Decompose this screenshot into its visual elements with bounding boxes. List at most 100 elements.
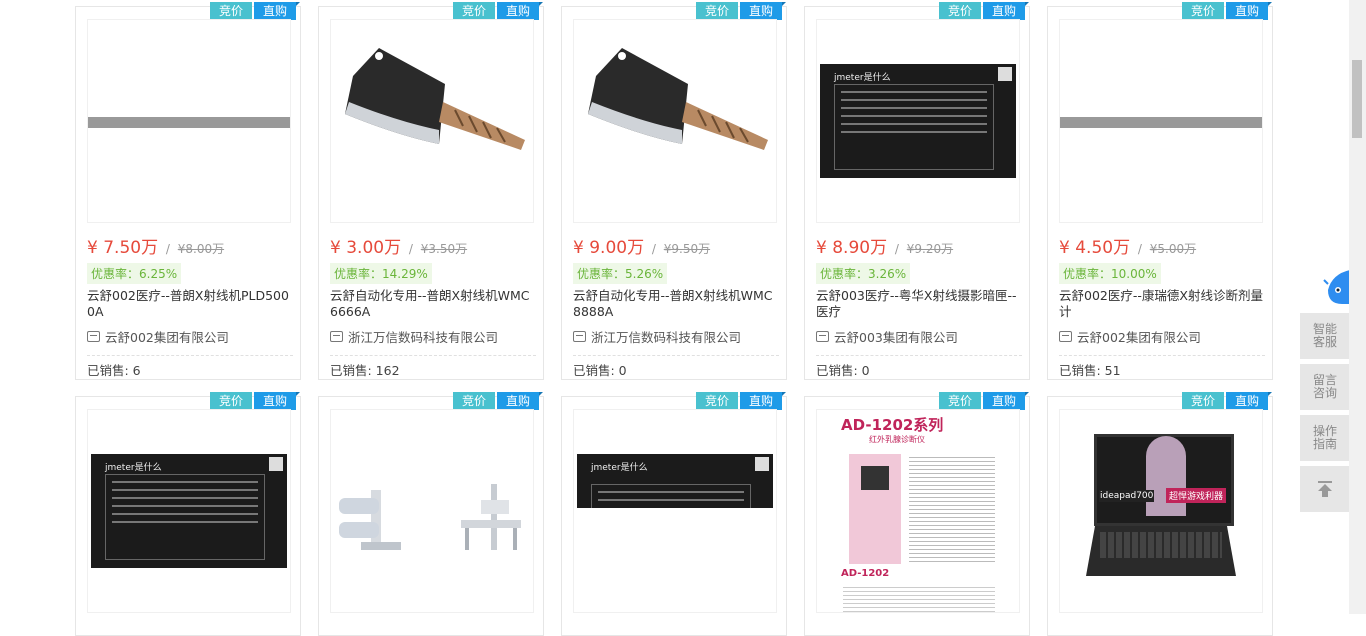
product-card[interactable]: 竞价 直购 ideapad700 超悍游戏利器 <box>1047 392 1273 636</box>
leave-message-label: 留言咨询 <box>1312 373 1337 400</box>
badge-group: 竞价 直购 <box>696 2 786 20</box>
product-title[interactable]: 云舒自动化专用--普朗X射线机WMC8888A <box>573 288 779 320</box>
buy-badge[interactable]: 直购 <box>497 392 543 410</box>
price: ¥ 8.90万 <box>816 238 888 258</box>
product-image[interactable] <box>87 19 291 223</box>
product-card[interactable]: 竞价 直购 AD-1202系列 红外乳腺诊断仪 AD-1202 <box>804 392 1030 636</box>
product-image[interactable] <box>573 19 777 223</box>
slide-title: jmeter是什么 <box>834 73 891 83</box>
bid-badge[interactable]: 竞价 <box>1182 392 1224 410</box>
badge-group: 竞价 直购 <box>210 392 300 410</box>
product-image[interactable]: ideapad700 超悍游戏利器 <box>1059 409 1263 613</box>
bid-badge[interactable]: 竞价 <box>210 2 252 20</box>
product-card[interactable]: 竞价 直购 ¥ 7.50万 / ¥8.00万 优惠率：6.25% 云舒002医疗… <box>75 2 301 380</box>
product-title[interactable]: 云舒003医疗--粤华X射线摄影暗匣--医疗 <box>816 288 1022 320</box>
product-card[interactable]: 竞价 直购 ¥ 3.00万 / ¥3.50万 优惠率：14.29% 云舒自动化专… <box>318 2 544 380</box>
bid-badge[interactable]: 竞价 <box>939 2 981 20</box>
product-image[interactable]: jmeter是什么 <box>816 19 1020 223</box>
original-price-separator: / <box>1134 242 1146 256</box>
product-image[interactable]: AD-1202系列 红外乳腺诊断仪 AD-1202 <box>816 409 1020 613</box>
buy-badge[interactable]: 直购 <box>1226 392 1272 410</box>
cleaver-knife-image <box>588 48 768 150</box>
buy-badge[interactable]: 直购 <box>1226 2 1272 20</box>
product-card[interactable]: 竞价 直购 <box>318 392 544 636</box>
discount-rate: 优惠率：10.00% <box>1059 263 1161 284</box>
scrollbar-thumb[interactable] <box>1352 60 1362 138</box>
back-to-top-button[interactable] <box>1300 466 1350 512</box>
product-title[interactable]: 云舒自动化专用--普朗X射线机WMC6666A <box>330 288 536 320</box>
operation-guide-button[interactable]: 操作指南 <box>1300 415 1350 461</box>
buy-badge[interactable]: 直购 <box>983 2 1029 20</box>
product-image[interactable]: jmeter是什么 <box>87 409 291 613</box>
leave-message-button[interactable]: 留言咨询 <box>1300 364 1350 410</box>
bid-badge[interactable]: 竞价 <box>453 2 495 20</box>
price-row: ¥ 8.90万 / ¥9.20万 <box>816 233 953 258</box>
buy-badge[interactable]: 直购 <box>740 2 786 20</box>
qr-code <box>998 67 1012 81</box>
price-row: ¥ 4.50万 / ¥5.00万 <box>1059 233 1196 258</box>
buy-badge[interactable]: 直购 <box>983 392 1029 410</box>
jmeter-slide-image: jmeter是什么 <box>817 64 1019 178</box>
badge-group: 竞价 直购 <box>210 2 300 20</box>
product-card[interactable]: 竞价 直购 jmeter是什么 <box>75 392 301 636</box>
company-name[interactable]: 浙江万信数码科技有限公司 <box>591 327 741 346</box>
qr-code <box>755 457 769 471</box>
product-card[interactable]: 竞价 直购 jmeter是什么 <box>561 392 787 636</box>
buy-badge[interactable]: 直购 <box>497 2 543 20</box>
shop-icon <box>573 331 586 342</box>
ideapad-laptop-image: ideapad700 超悍游戏利器 <box>1086 434 1236 584</box>
shop-icon <box>87 331 100 342</box>
shop-icon <box>330 331 343 342</box>
sold-count: 已销售: 0 <box>573 363 627 378</box>
page-scrollbar[interactable] <box>1349 0 1366 614</box>
bid-badge[interactable]: 竞价 <box>210 392 252 410</box>
badge-group: 竞价 直购 <box>696 392 786 410</box>
product-image[interactable]: jmeter是什么 <box>573 409 777 613</box>
original-price: ¥3.50万 <box>420 242 468 256</box>
jmeter-slide-image: jmeter是什么 <box>574 454 776 508</box>
company[interactable]: 浙江万信数码科技有限公司 <box>330 327 536 356</box>
buy-badge[interactable]: 直购 <box>740 392 786 410</box>
price: ¥ 3.00万 <box>330 238 402 258</box>
bid-badge[interactable]: 竞价 <box>1182 2 1224 20</box>
company[interactable]: 云舒003集团有限公司 <box>816 327 1022 356</box>
smart-service-label: 智能客服 <box>1312 322 1337 349</box>
company[interactable]: 浙江万信数码科技有限公司 <box>573 327 779 356</box>
price: ¥ 9.00万 <box>573 238 645 258</box>
product-image[interactable] <box>330 409 534 613</box>
product-title[interactable]: 云舒002医疗--普朗X射线机PLD5000A <box>87 288 293 320</box>
bid-badge[interactable]: 竞价 <box>696 2 738 20</box>
company-name[interactable]: 云舒003集团有限公司 <box>834 327 958 346</box>
smart-service-button[interactable]: 智能客服 <box>1300 313 1350 359</box>
cleaver-knife-image <box>345 48 525 150</box>
robot-mascot-icon[interactable] <box>1322 266 1350 306</box>
product-title[interactable]: 云舒002医疗--康瑞德X射线诊断剂量计 <box>1059 288 1265 320</box>
product-card[interactable]: 竞价 直购 ¥ 9.00万 / ¥9.50万 优惠率：5.26% 云舒自动化专用… <box>561 2 787 380</box>
bid-badge[interactable]: 竞价 <box>939 392 981 410</box>
product-card[interactable]: 竞价 直购 jmeter是什么 ¥ 8.90万 / ¥9.20万 优惠率：3.2… <box>804 2 1030 380</box>
badge-group: 竞价 直购 <box>1182 392 1272 410</box>
price-row: ¥ 3.00万 / ¥3.50万 <box>330 233 467 258</box>
product-image[interactable] <box>1059 19 1263 223</box>
qr-code <box>269 457 283 471</box>
badge-group: 竞价 直购 <box>939 2 1029 20</box>
buy-badge[interactable]: 直购 <box>254 2 300 20</box>
bid-badge[interactable]: 竞价 <box>453 392 495 410</box>
product-image[interactable] <box>330 19 534 223</box>
company-name[interactable]: 云舒002集团有限公司 <box>1077 327 1201 346</box>
product-card[interactable]: 竞价 直购 ¥ 4.50万 / ¥5.00万 优惠率：10.00% 云舒002医… <box>1047 2 1273 380</box>
bid-badge[interactable]: 竞价 <box>696 392 738 410</box>
company[interactable]: 云舒002集团有限公司 <box>87 327 293 356</box>
sold-count: 已销售: 51 <box>1059 363 1121 378</box>
sold-count: 已销售: 162 <box>330 363 400 378</box>
company-name[interactable]: 云舒002集团有限公司 <box>105 327 229 346</box>
price-row: ¥ 9.00万 / ¥9.50万 <box>573 233 710 258</box>
badge-group: 竞价 直购 <box>453 392 543 410</box>
company-name[interactable]: 浙江万信数码科技有限公司 <box>348 327 498 346</box>
company[interactable]: 云舒002集团有限公司 <box>1059 327 1265 356</box>
laptop-text: ideapad700 <box>1099 490 1155 502</box>
original-price-separator: / <box>648 242 660 256</box>
original-price: ¥9.50万 <box>663 242 711 256</box>
original-price-separator: / <box>891 242 903 256</box>
buy-badge[interactable]: 直购 <box>254 392 300 410</box>
